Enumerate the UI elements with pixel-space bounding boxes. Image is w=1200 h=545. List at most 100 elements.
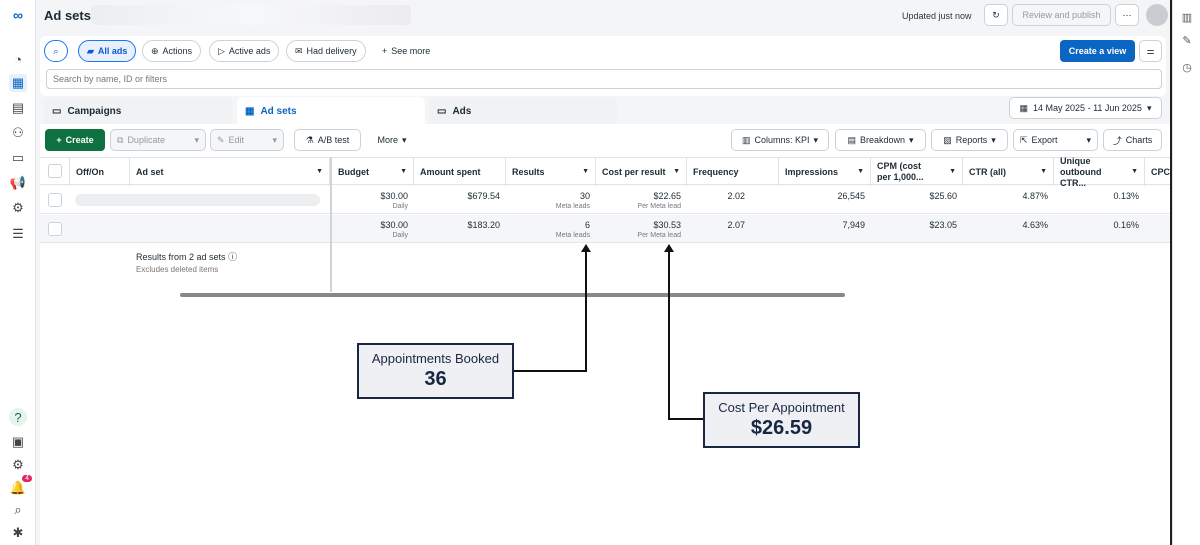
columns-button[interactable]: ▥ Columns: KPI ▾ xyxy=(731,129,829,151)
megaphone-icon[interactable]: 📢 xyxy=(9,174,27,192)
folder-icon: ▭ xyxy=(52,105,62,117)
table-panel: + Create ⧉ Duplicate ▾ ✎ Edit ▾ ⚗ A/B te… xyxy=(40,124,1170,545)
appointments-callout: Appointments Booked 36 xyxy=(357,343,514,399)
col-frequency[interactable]: Frequency xyxy=(687,158,779,186)
news-icon[interactable]: ▣ xyxy=(9,433,27,451)
folder-icon: ▰ xyxy=(87,45,94,56)
billing-icon[interactable]: ▭ xyxy=(9,149,27,167)
cost-label: Cost Per Appointment xyxy=(718,400,845,415)
col-impressions[interactable]: Impressions ▼ xyxy=(779,158,871,186)
chevron-down-icon: ▾ xyxy=(813,134,819,145)
chevron-down-icon: ▾ xyxy=(1146,102,1152,113)
columns-icon: ▥ xyxy=(741,134,751,145)
left-rail: ∞ ◔ ▦ ▤ ⚇ ▭ 📢 ⚙ ☰ ? ▣ ⚙ 🔔 4 ⌕ ✱ xyxy=(0,0,36,545)
help-icon[interactable]: ? xyxy=(9,408,27,426)
horizontal-scrollbar[interactable] xyxy=(180,293,845,297)
table-row[interactable]: $30.00 Daily $679.54 30 Meta leads $22.65 P… xyxy=(40,186,1170,214)
date-range-picker[interactable]: ▦ 14 May 2025 - 11 Jun 2025 ▾ xyxy=(1009,97,1162,119)
more-options-button[interactable]: ⋯ xyxy=(1115,4,1139,26)
filter-had-delivery[interactable]: ✉ Had delivery xyxy=(286,40,366,62)
budget-cell: $30.00 Daily xyxy=(380,220,408,239)
amount-spent-cell: $679.54 xyxy=(467,191,500,201)
edit-button[interactable]: ✎ Edit ▾ xyxy=(210,129,284,151)
grid-icon: ▦ xyxy=(245,105,255,117)
chevron-down-icon: ▾ xyxy=(909,134,914,145)
search-icon[interactable]: ⌕ xyxy=(9,501,27,519)
unique-ctr-cell: 0.16% xyxy=(1113,220,1139,230)
summary-sub: Excludes deleted items xyxy=(136,265,219,274)
cost-value: $26.59 xyxy=(750,417,813,439)
appointments-value: 36 xyxy=(424,368,447,390)
search-toggle-button[interactable]: ⌕ xyxy=(44,40,68,62)
summary-text: Results from 2 ad sets xyxy=(136,252,226,262)
events-icon[interactable]: ⚙ xyxy=(9,199,27,217)
bar-chart-icon[interactable]: ▥ xyxy=(1180,10,1194,24)
col-budget[interactable]: Budget ▼ xyxy=(332,158,414,186)
campaigns-table-icon[interactable]: ▦ xyxy=(9,74,27,92)
create-button[interactable]: + Create xyxy=(45,129,105,151)
tab-campaigns[interactable]: ▭ Campaigns xyxy=(44,97,232,125)
appointments-label: Appointments Booked xyxy=(371,351,500,366)
charts-button[interactable]: ⤴ Charts xyxy=(1103,129,1162,151)
audiences-icon[interactable]: ⚇ xyxy=(9,124,27,142)
amount-spent-cell: $183.20 xyxy=(467,220,500,230)
col-amount-spent[interactable]: Amount spent xyxy=(414,158,506,186)
col-unique-outbound-ctr[interactable]: Unique outbound CTR... ▼ xyxy=(1054,156,1145,188)
col-off-on[interactable]: Off/On xyxy=(70,158,130,186)
view-settings-button[interactable]: ⚌ xyxy=(1139,40,1162,62)
settings-icon[interactable]: ⚙ xyxy=(9,456,27,474)
col-cpc[interactable]: CPC xyxy=(1145,158,1170,186)
duplicate-icon: ⧉ xyxy=(117,134,124,145)
breakdown-button[interactable]: ▤ Breakdown ▾ xyxy=(835,129,926,151)
meta-logo-icon[interactable]: ∞ xyxy=(9,6,27,24)
frequency-cell: 2.07 xyxy=(727,220,745,230)
dashboard-icon[interactable]: ◔ xyxy=(9,50,27,68)
refresh-button[interactable]: ↻ xyxy=(984,4,1008,26)
create-view-button[interactable]: Create a view xyxy=(1060,40,1135,62)
col-cost-per-result[interactable]: Cost per result ▼ xyxy=(596,158,687,186)
page-title: Ad sets xyxy=(44,8,91,23)
search-input[interactable]: Search by name, ID or filters xyxy=(46,69,1162,89)
row-checkbox[interactable] xyxy=(48,193,62,207)
table-row[interactable]: $30.00 Daily $183.20 6 Meta leads $30.53 Pe… xyxy=(40,215,1170,243)
notifications-icon[interactable]: 🔔 4 xyxy=(9,475,32,497)
filter-active-ads[interactable]: ▷ Active ads xyxy=(209,40,280,62)
frequency-cell: 2.02 xyxy=(727,191,745,201)
more-menu-button[interactable]: More ▾ xyxy=(368,129,416,151)
duplicate-button[interactable]: ⧉ Duplicate ▾ xyxy=(110,129,206,151)
filter-actions[interactable]: ⊕ Actions xyxy=(142,40,202,62)
row-checkbox[interactable] xyxy=(48,222,62,236)
menu-icon[interactable]: ☰ xyxy=(9,225,27,243)
history-icon[interactable]: ◷ xyxy=(1180,60,1194,74)
col-ctr-all[interactable]: CTR (all) ▼ xyxy=(963,158,1054,186)
info-icon[interactable]: ⓘ xyxy=(228,252,237,262)
reports-button[interactable]: ▧ Reports ▾ xyxy=(931,129,1008,151)
filter-bar: ⌕ ▰ All ads ⊕ Actions ▷ Active ads ✉ Had… xyxy=(40,36,1166,96)
col-ad-set[interactable]: Ad set ▼ xyxy=(130,158,330,186)
frozen-column-divider xyxy=(330,157,332,292)
col-results[interactable]: Results ▼ xyxy=(506,158,596,186)
bug-icon[interactable]: ✱ xyxy=(9,524,27,542)
main: Ad sets Updated just now ↻ Review and pu… xyxy=(36,0,1170,545)
pencil-icon[interactable]: ✎ xyxy=(1180,33,1194,47)
see-more-button[interactable]: + See more xyxy=(374,40,439,62)
budget-cell: $30.00 Daily xyxy=(380,191,408,210)
col-cpm[interactable]: CPM (cost per 1,000... ▼ xyxy=(871,158,963,186)
export-button[interactable]: ⇱ Export ▾ xyxy=(1013,129,1098,151)
calendar-icon: ▦ xyxy=(1019,102,1029,113)
cost-callout: Cost Per Appointment $26.59 xyxy=(703,392,860,448)
notifications-badge: 4 xyxy=(22,475,32,482)
filter-all-ads[interactable]: ▰ All ads xyxy=(78,40,137,62)
chevron-down-icon: ▼ xyxy=(1131,168,1138,175)
ab-test-button[interactable]: ⚗ A/B test xyxy=(294,129,361,151)
ctr-cell: 4.87% xyxy=(1022,191,1048,201)
tab-ad-sets[interactable]: ▦ Ad sets xyxy=(237,97,425,125)
pages-icon[interactable]: ▤ xyxy=(9,99,27,117)
select-all-checkbox[interactable] xyxy=(48,164,62,178)
results-cell: 6 Meta leads xyxy=(555,220,590,239)
cost-per-result-cell: $22.65 Per Meta lead xyxy=(637,191,681,210)
avatar[interactable] xyxy=(1146,4,1168,26)
cpm-cell: $25.60 xyxy=(929,191,957,201)
review-publish-button[interactable]: Review and publish xyxy=(1012,4,1111,26)
tab-ads[interactable]: ▭ Ads xyxy=(429,97,617,125)
